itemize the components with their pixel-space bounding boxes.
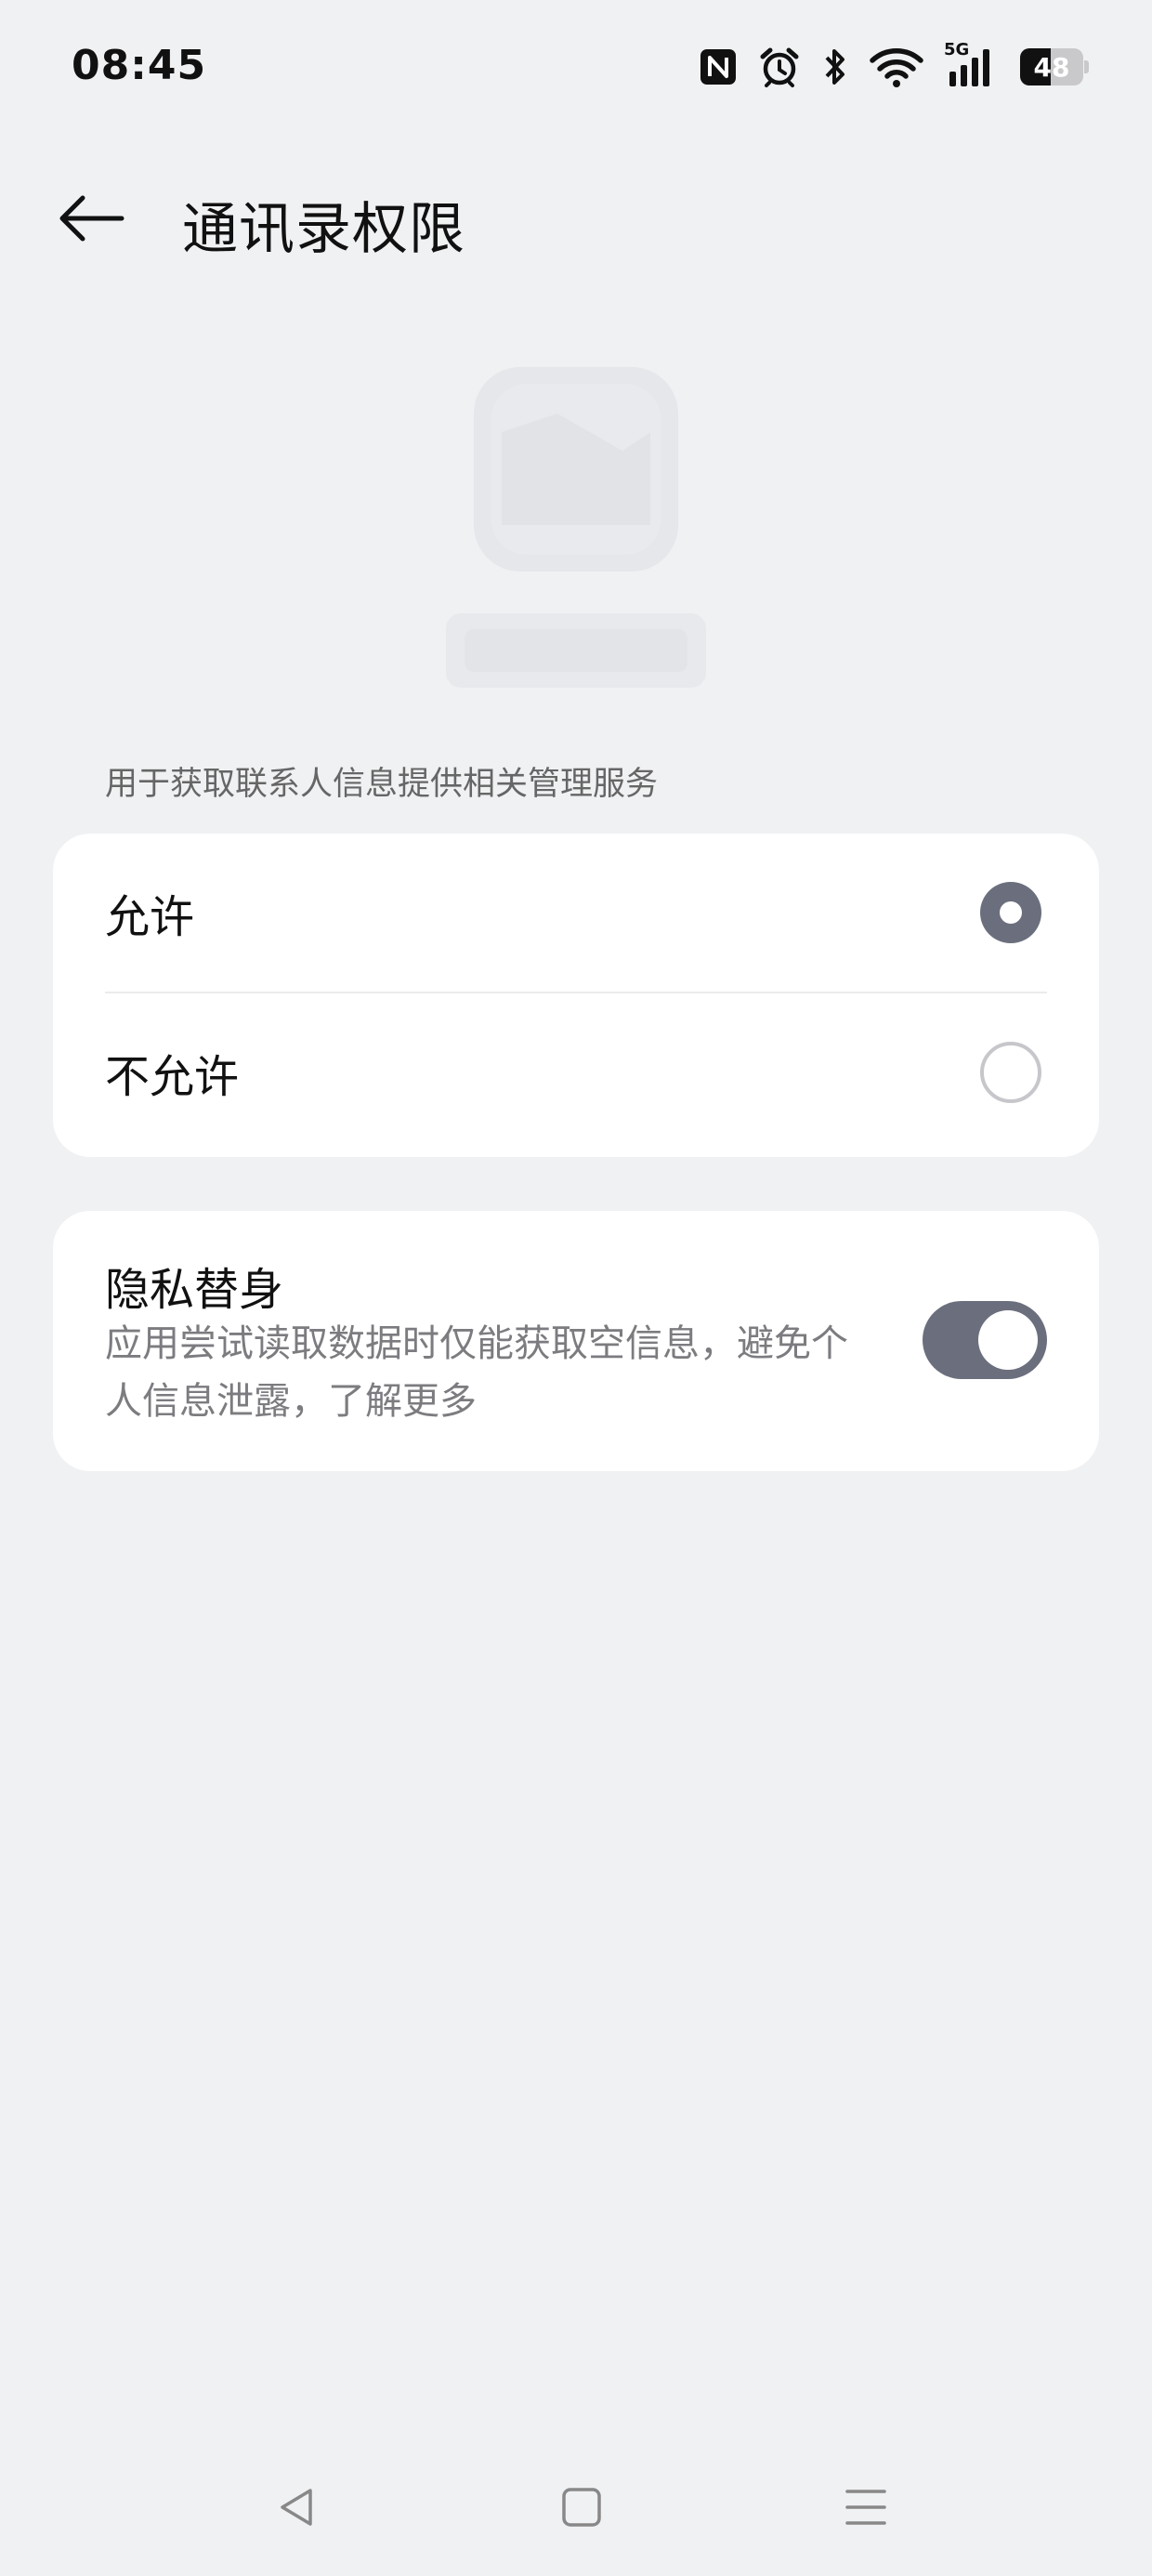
permission-options-card: 允许 不允许: [53, 834, 1099, 1157]
navigation-bar: [0, 2453, 1152, 2556]
status-time: 08:45: [72, 42, 207, 89]
radio-allow[interactable]: [980, 882, 1041, 943]
bluetooth-icon: [821, 46, 849, 88]
nav-recents-icon: [843, 2484, 889, 2534]
nav-home-icon: [558, 2484, 605, 2534]
toggle-knob: [978, 1310, 1038, 1370]
nav-back-button[interactable]: [264, 2477, 329, 2542]
alarm-icon: [758, 46, 801, 88]
radio-deny[interactable]: [980, 1042, 1041, 1103]
nav-recents-button[interactable]: [833, 2477, 898, 2542]
battery-icon: 48: [1020, 48, 1089, 85]
privacy-shield-card[interactable]: 隐私替身 应用尝试读取数据时仅能获取空信息，避免个人信息泄露，了解更多: [53, 1211, 1099, 1471]
header: 通讯录权限: [0, 158, 1152, 279]
option-deny[interactable]: 不允许: [53, 993, 1099, 1151]
status-icons: 5G 48: [699, 40, 1089, 89]
battery-level: 48: [1033, 51, 1070, 83]
nav-home-button[interactable]: [549, 2477, 614, 2542]
app-icon: [446, 367, 706, 692]
wifi-icon: [870, 46, 923, 87]
privacy-shield-title: 隐私替身: [105, 1264, 284, 1316]
nav-back-icon: [273, 2484, 320, 2534]
option-allow[interactable]: 允许: [53, 834, 1099, 992]
nfc-icon: [699, 47, 738, 86]
arrow-left-icon: [55, 191, 125, 250]
permission-description: 用于获取联系人信息提供相关管理服务: [105, 766, 659, 803]
option-allow-label: 允许: [105, 891, 195, 943]
privacy-shield-toggle[interactable]: [923, 1301, 1047, 1379]
page-title: 通讯录权限: [182, 197, 465, 262]
privacy-shield-description: 应用尝试读取数据时仅能获取空信息，避免个人信息泄露，了解更多: [105, 1322, 848, 1423]
status-bar: 08:45 5G 48: [0, 0, 1152, 139]
option-deny-label: 不允许: [105, 1051, 240, 1103]
cellular-5g-icon: 5G: [944, 40, 1000, 88]
back-button[interactable]: [48, 178, 132, 262]
